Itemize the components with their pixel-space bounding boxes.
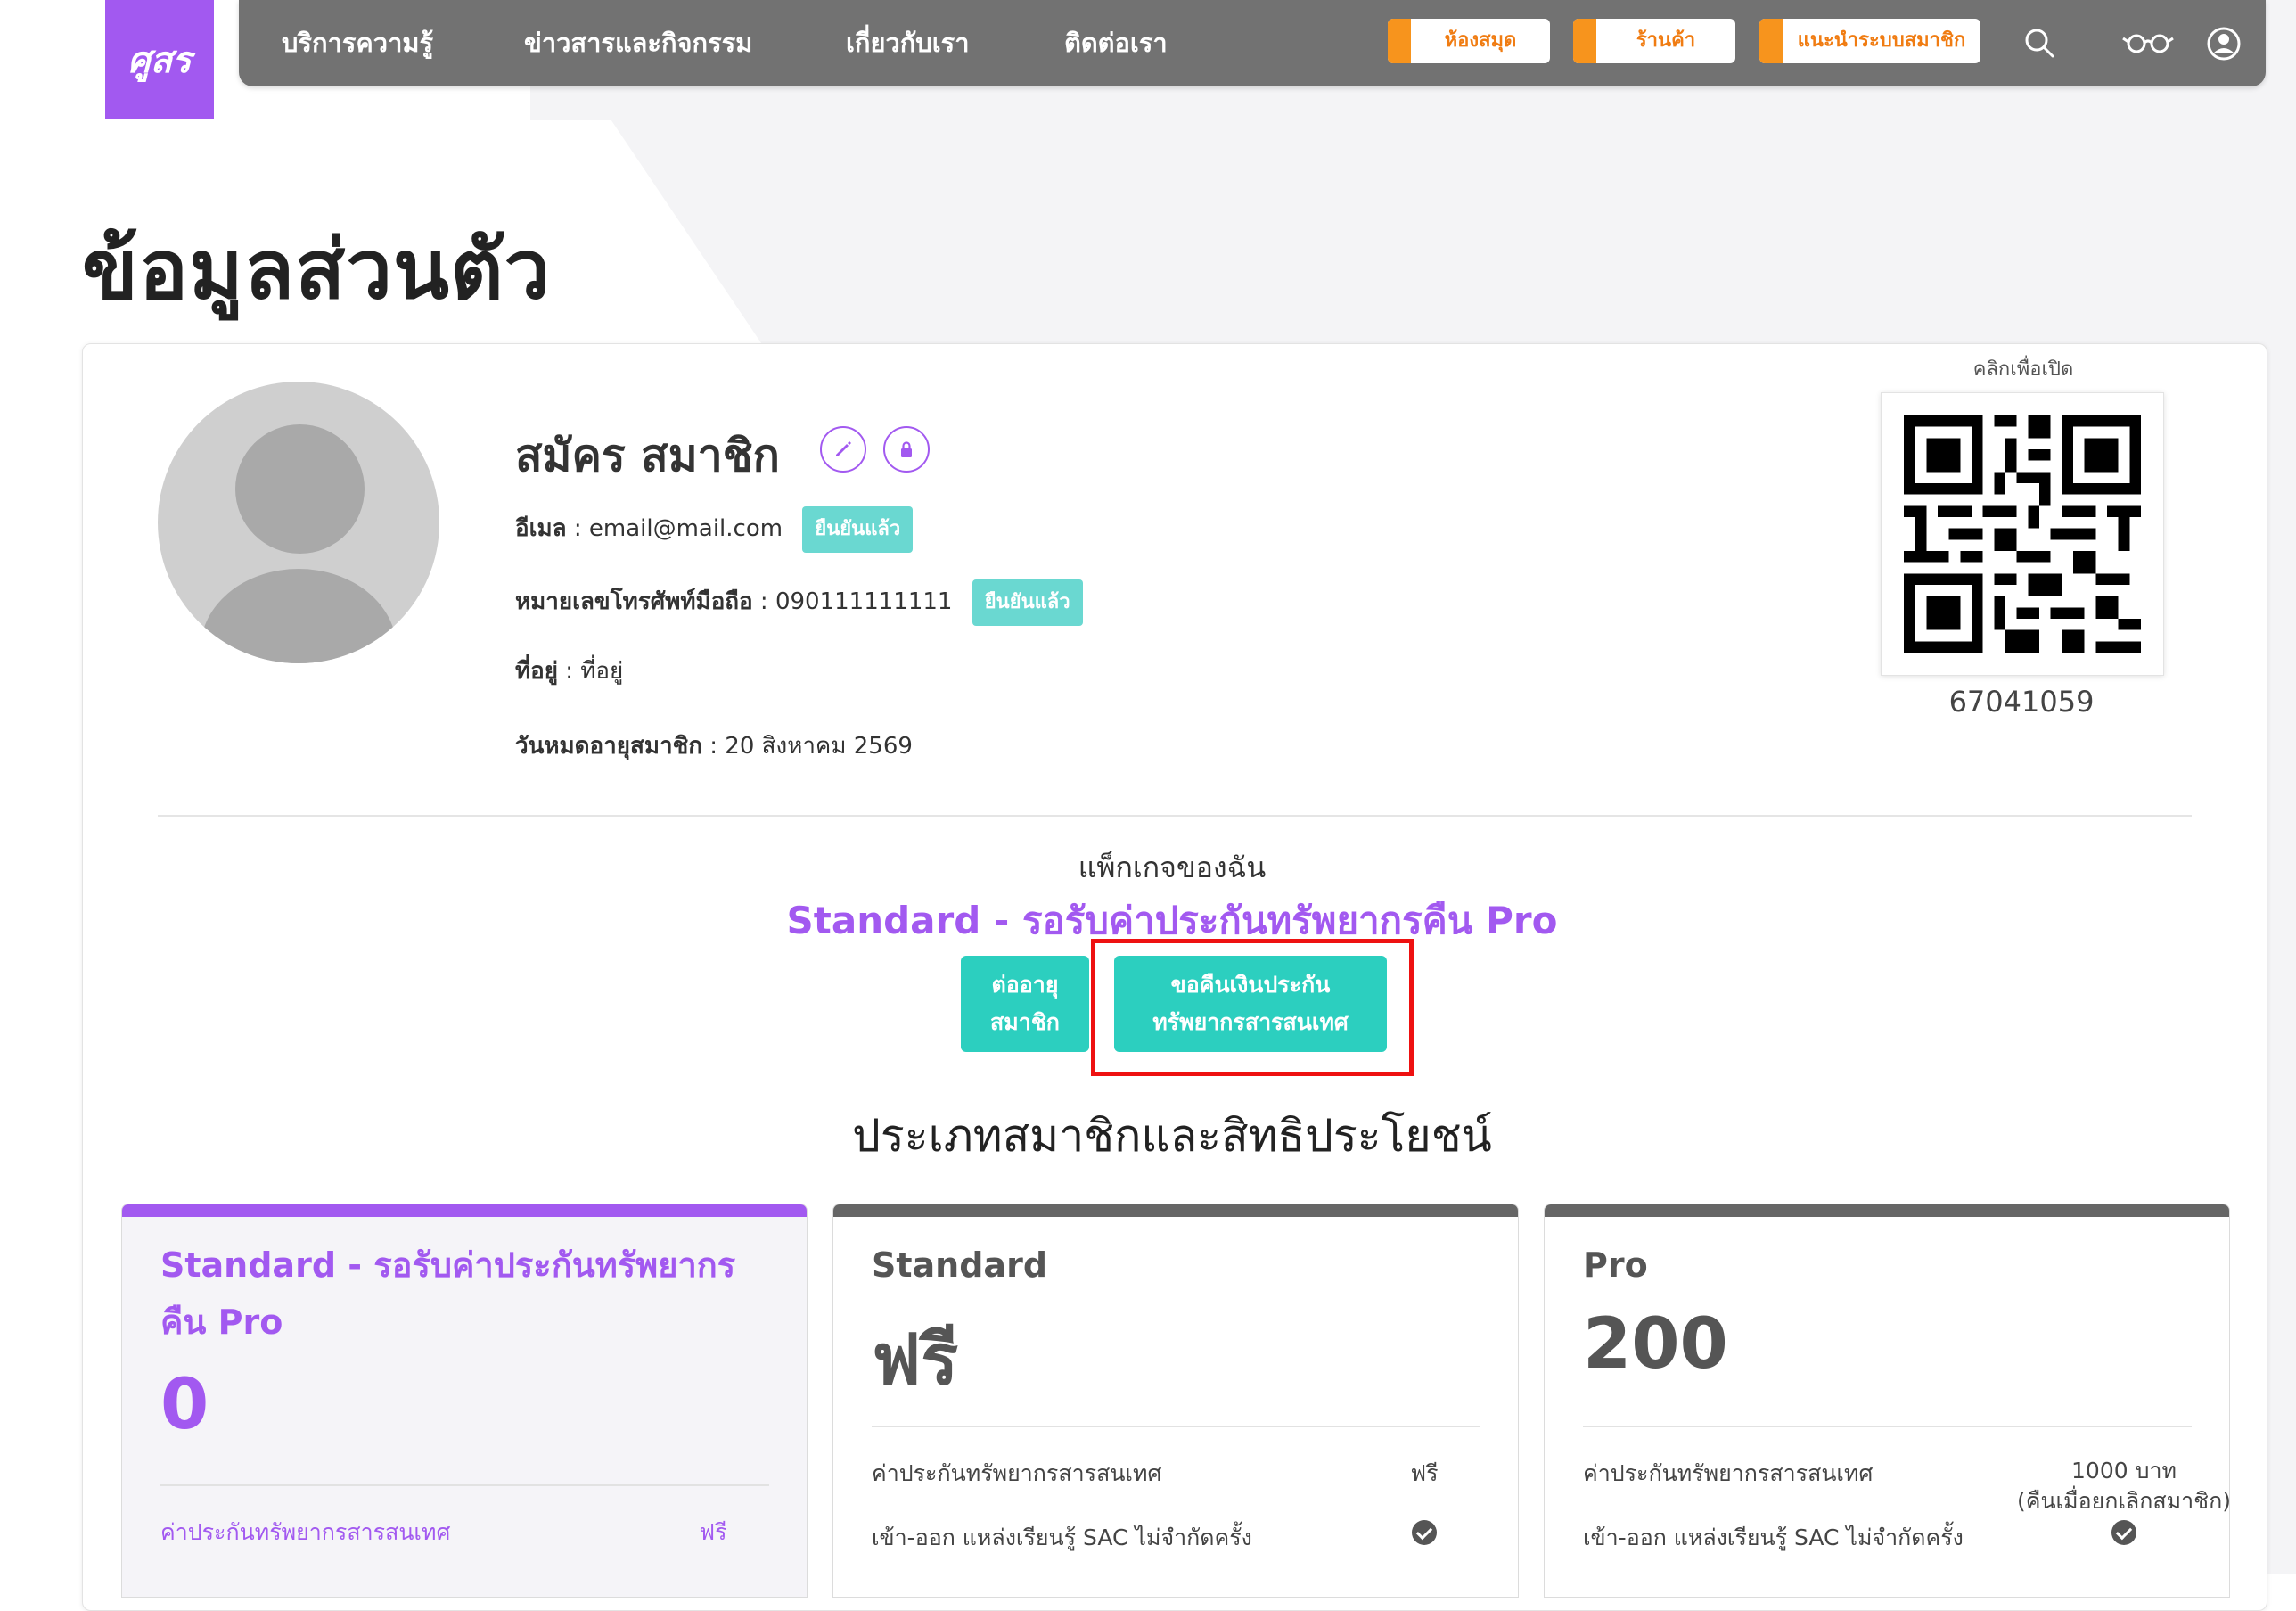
library-button[interactable]: ห้องสมุด — [1388, 19, 1550, 63]
member-id: 67041059 — [1948, 685, 2095, 719]
nav-link-news-events[interactable]: ข่าวสารและกิจกรรม — [524, 21, 752, 64]
feature-label: เข้า-ออก แหล่งเรียนรู้ SAC ไม่จำกัดครั้ง — [1583, 1525, 1964, 1550]
phone-verified-badge: ยืนยันแล้ว — [972, 579, 1083, 626]
feature-label: ค่าประกันทรัพยากรสารสนเทศ — [160, 1519, 451, 1545]
logo-text: ศูสร — [127, 40, 192, 81]
search-icon[interactable] — [2020, 23, 2061, 64]
expiry-label: วันหมดอายุสมาชิก — [515, 733, 702, 760]
check-icon — [2112, 1520, 2136, 1545]
member-qr-code[interactable] — [1881, 392, 2164, 676]
address-row: ที่อยู่ : ที่อยู่ — [515, 658, 624, 685]
highlight-annotation-box — [1091, 939, 1414, 1076]
library-button-label: ห้องสมุด — [1444, 29, 1517, 52]
plan-price: 0 — [160, 1365, 209, 1445]
email-verified-badge: ยืนยันแล้ว — [802, 505, 914, 553]
membership-guide-button[interactable]: แนะนำระบบสมาชิก — [1759, 19, 1980, 63]
renew-membership-button[interactable]: ต่ออายุ สมาชิก — [961, 956, 1089, 1052]
plans-section-title: ประเภทสมาชิกและสิทธิประโยชน์ — [852, 1110, 1492, 1162]
feature-label: ค่าประกันทรัพยากรสารสนเทศ — [872, 1460, 1162, 1486]
check-icon — [1412, 1520, 1437, 1545]
user-icon[interactable] — [2203, 23, 2244, 64]
page-title: ข้อมูลส่วนตัว — [82, 222, 552, 317]
qr-code-icon — [1904, 415, 2141, 653]
plan-card-pro[interactable]: Pro 200 ค่าประกันทรัพยากรสารสนเทศ 1000 บ… — [1544, 1204, 2230, 1598]
feature-label: ค่าประกันทรัพยากรสารสนเทศ — [1583, 1460, 1874, 1486]
feature-value: ฟรี — [699, 1519, 727, 1545]
feature-value-line1: 1000 บาท — [2071, 1458, 2177, 1484]
nav-link-knowledge-services[interactable]: บริการความรู้ — [282, 21, 433, 64]
phone-label: หมายเลขโทรศัพท์มือถือ — [515, 588, 753, 615]
plan-card-current[interactable]: Standard - รอรับค่าประกันทรัพยากรคืน Pro… — [121, 1204, 808, 1598]
site-logo[interactable]: ศูสร — [105, 0, 214, 119]
plan-feature-row: ค่าประกันทรัพยากรสารสนเทศ ฟรี — [872, 1456, 1480, 1492]
phone-row: หมายเลขโทรศัพท์มือถือ : 090111111111 ยืน… — [515, 578, 1083, 626]
pencil-icon — [836, 441, 851, 456]
expiry-value: 20 สิงหาคม 2569 — [725, 733, 913, 760]
plan-price: ฟรี — [872, 1320, 959, 1401]
plan-feature-row: เข้า-ออก แหล่งเรียนรู้ SAC ไม่จำกัดครั้ง — [872, 1520, 1480, 1556]
email-row: อีเมล : email@mail.com ยืนยันแล้ว — [515, 505, 914, 553]
glasses-icon[interactable] — [2121, 23, 2175, 64]
shop-button-label: ร้านค้า — [1636, 29, 1696, 52]
lock-icon — [901, 441, 912, 457]
change-password-button[interactable] — [883, 426, 930, 473]
address-label: ที่อยู่ — [515, 658, 558, 685]
nav-link-contact-us[interactable]: ติดต่อเรา — [1064, 21, 1168, 64]
plan-name: Standard — [872, 1245, 1048, 1285]
plan-feature-row: เข้า-ออก แหล่งเรียนรู้ SAC ไม่จำกัดครั้ง — [1583, 1520, 2192, 1556]
feature-value-line2: (คืนเมื่อยกเลิกสมาชิก) — [2016, 1488, 2230, 1514]
plan-card-standard[interactable]: Standard ฟรี ค่าประกันทรัพยากรสารสนเทศ ฟ… — [832, 1204, 1519, 1598]
shop-button[interactable]: ร้านค้า — [1573, 19, 1735, 63]
edit-profile-button[interactable] — [820, 426, 866, 473]
nav-link-about-us[interactable]: เกี่ยวกับเรา — [846, 21, 970, 64]
expiry-row: วันหมดอายุสมาชิก : 20 สิงหาคม 2569 — [515, 733, 913, 760]
avatar — [158, 382, 439, 663]
qr-open-hint: คลิกเพื่อเปิด — [1972, 358, 2074, 381]
plan-feature-row: ค่าประกันทรัพยากรสารสนเทศ 1000 บาท (คืนเ… — [1583, 1456, 2229, 1514]
user-name: สมัคร สมาชิก — [515, 430, 780, 481]
feature-value: ฟรี — [1410, 1460, 1439, 1486]
phone-value: 090111111111 — [775, 588, 953, 615]
feature-label: เข้า-ออก แหล่งเรียนรู้ SAC ไม่จำกัดครั้ง — [872, 1525, 1252, 1550]
plan-name: Standard - รอรับค่าประกันทรัพยากรคืน Pro — [160, 1245, 736, 1342]
top-nav-bar: บริการความรู้ ข่าวสารและกิจกรรม เกี่ยวกั… — [239, 0, 2266, 86]
renew-membership-line1: ต่ออายุ — [991, 972, 1059, 998]
plan-name: Pro — [1583, 1245, 1648, 1285]
plan-price: 200 — [1583, 1304, 1728, 1385]
renew-membership-line2: สมาชิก — [990, 1009, 1060, 1035]
my-package-caption: แพ็กเกจของฉัน — [1078, 851, 1267, 884]
address-value: ที่อยู่ — [580, 658, 624, 685]
plan-feature-row: ค่าประกันทรัพยากรสารสนเทศ ฟรี — [160, 1515, 769, 1550]
email-label: อีเมล — [515, 515, 567, 542]
section-divider — [158, 815, 2192, 817]
email-value: email@mail.com — [588, 515, 783, 542]
membership-guide-button-label: แนะนำระบบสมาชิก — [1797, 29, 1966, 52]
